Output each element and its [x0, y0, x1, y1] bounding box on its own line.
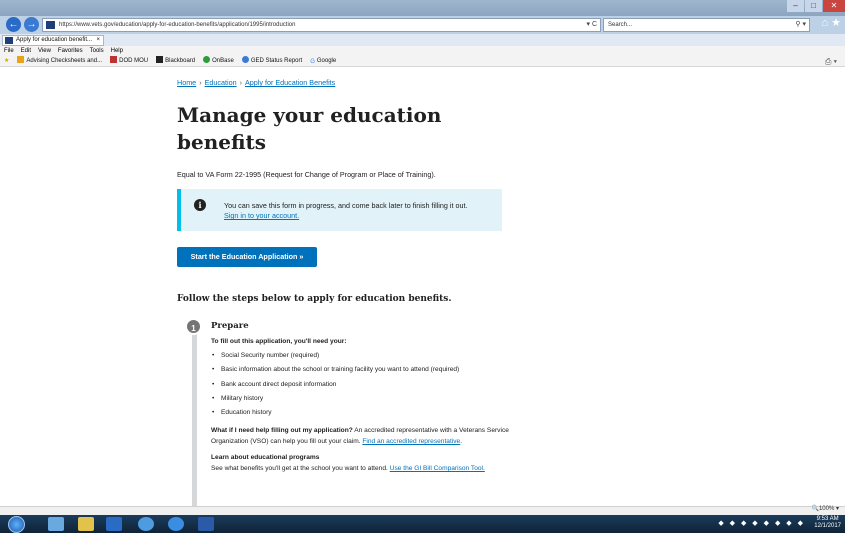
menu-file[interactable]: File	[4, 46, 14, 56]
fav-onbase[interactable]: OnBase	[203, 56, 234, 66]
save-progress-alert: i You can save this form in progress, an…	[177, 189, 502, 231]
info-icon: i	[194, 199, 206, 211]
list-item: Military history	[211, 392, 511, 406]
refresh-icon[interactable]: ▾ C	[586, 19, 597, 31]
taskbar-folder-icon[interactable]	[78, 517, 94, 531]
alert-message: You can save this form in progress, and …	[224, 201, 468, 210]
step-timeline-line	[192, 330, 197, 510]
step-number-badge: 1	[185, 318, 202, 335]
alert-text: You can save this form in progress, and …	[224, 201, 467, 221]
start-application-button[interactable]: Start the Education Application »	[177, 247, 317, 267]
minimize-button[interactable]: –	[787, 0, 804, 12]
help-question: What if I need help filling out my appli…	[211, 427, 353, 435]
taskbar-outlook-icon[interactable]	[106, 517, 122, 531]
list-item: Bank account direct deposit information	[211, 378, 511, 392]
find-representative-link[interactable]: Find an accredited representative	[362, 438, 460, 445]
site-favicon-icon	[46, 21, 55, 29]
favorites-bar: ★ Advising Checksheets and... DOD MOU Bl…	[0, 56, 845, 67]
home-star-icons[interactable]: ⌂ ★	[821, 16, 841, 29]
learn-heading: Learn about educational programs	[211, 454, 320, 462]
close-window-button[interactable]: ✕	[823, 0, 845, 12]
breadcrumb: Home › Education › Apply for Education Benef…	[177, 78, 335, 87]
search-input[interactable]: Search... ⚲ ▾	[603, 18, 810, 32]
clock[interactable]: 9:53 AM 12/1/2017	[814, 516, 841, 530]
tab-close-icon[interactable]: ×	[96, 36, 100, 45]
need-label: To fill out this application, you'll nee…	[211, 338, 347, 345]
page-tools-icon[interactable]: ⎙ ▾	[825, 57, 837, 67]
address-url: https://www.vets.gov/education/apply-for…	[59, 22, 296, 28]
list-item: Education history	[211, 406, 511, 420]
tab-title: Apply for education benefit...	[16, 37, 93, 43]
fav-dod-mou[interactable]: DOD MOU	[110, 56, 148, 66]
back-button[interactable]: ←	[6, 17, 21, 32]
fav-google[interactable]: G Google	[310, 56, 336, 66]
list-item: Social Security number (required)	[211, 349, 511, 363]
menu-help[interactable]: Help	[111, 46, 123, 56]
address-bar[interactable]: https://www.vets.gov/education/apply-for…	[42, 18, 601, 32]
page-content: Home › Education › Apply for Education Benef…	[0, 68, 845, 510]
help-end: .	[460, 438, 463, 446]
help-paragraph: What if I need help filling out my appli…	[211, 425, 511, 447]
menu-favorites[interactable]: Favorites	[58, 46, 83, 56]
browser-tab[interactable]: Apply for education benefit... ×	[2, 35, 104, 46]
taskbar-explorer-icon[interactable]	[48, 517, 64, 531]
form-subtitle: Equal to VA Form 22-1995 (Request for Ch…	[177, 170, 436, 179]
step-title: Prepare	[211, 321, 249, 331]
menu-view[interactable]: View	[38, 46, 51, 56]
tab-strip	[0, 34, 845, 46]
breadcrumb-current[interactable]: Apply for Education Benefits	[245, 78, 335, 87]
window-controls: – □ ✕	[786, 0, 845, 14]
learn-paragraph: Learn about educational programs See wha…	[211, 452, 511, 474]
status-bar	[0, 506, 845, 515]
requirements-list: Social Security number (required) Basic …	[211, 349, 511, 420]
learn-text: See what benefits you'll get at the scho…	[211, 465, 390, 473]
clock-date: 12/1/2017	[814, 523, 841, 529]
breadcrumb-separator: ›	[199, 78, 202, 87]
search-placeholder: Search...	[608, 22, 633, 28]
menu-bar: File Edit View Favorites Tools Help	[0, 46, 845, 56]
taskbar-word-icon[interactable]	[198, 517, 214, 531]
fav-blackboard[interactable]: Blackboard	[156, 56, 195, 66]
favorites-star-icon[interactable]: ★	[4, 56, 9, 66]
list-item: Basic information about the school or tr…	[211, 363, 511, 377]
steps-heading: Follow the steps below to apply for educ…	[177, 294, 452, 304]
start-button[interactable]	[8, 516, 25, 533]
menu-tools[interactable]: Tools	[90, 46, 104, 56]
page-title: Manage your education benefits	[177, 103, 442, 154]
breadcrumb-education[interactable]: Education	[205, 78, 237, 87]
gi-bill-tool-link[interactable]: Use the GI Bill Comparison Tool.	[390, 465, 485, 472]
taskbar-app-icon[interactable]	[138, 517, 154, 531]
forward-button[interactable]: →	[24, 17, 39, 32]
system-tray-icons[interactable]: ◆ ◆ ◆ ◆ ◆ ◆ ◆ ◆	[718, 519, 805, 527]
maximize-button[interactable]: □	[805, 0, 822, 12]
breadcrumb-home[interactable]: Home	[177, 78, 196, 87]
tab-favicon-icon	[5, 37, 13, 44]
taskbar-ie-icon[interactable]	[168, 517, 184, 531]
breadcrumb-separator: ›	[239, 78, 242, 87]
clock-time: 9:53 AM	[816, 516, 839, 522]
step-body: To fill out this application, you'll nee…	[211, 335, 511, 474]
search-icon[interactable]: ⚲ ▾	[795, 19, 806, 31]
fav-advising[interactable]: Advising Checksheets and...	[17, 56, 102, 66]
menu-edit[interactable]: Edit	[21, 46, 31, 56]
sign-in-link[interactable]: Sign in to your account.	[224, 211, 299, 220]
fav-ged[interactable]: GED Status Report	[241, 56, 302, 66]
zoom-level[interactable]: 🔍100% ▾	[811, 505, 839, 512]
